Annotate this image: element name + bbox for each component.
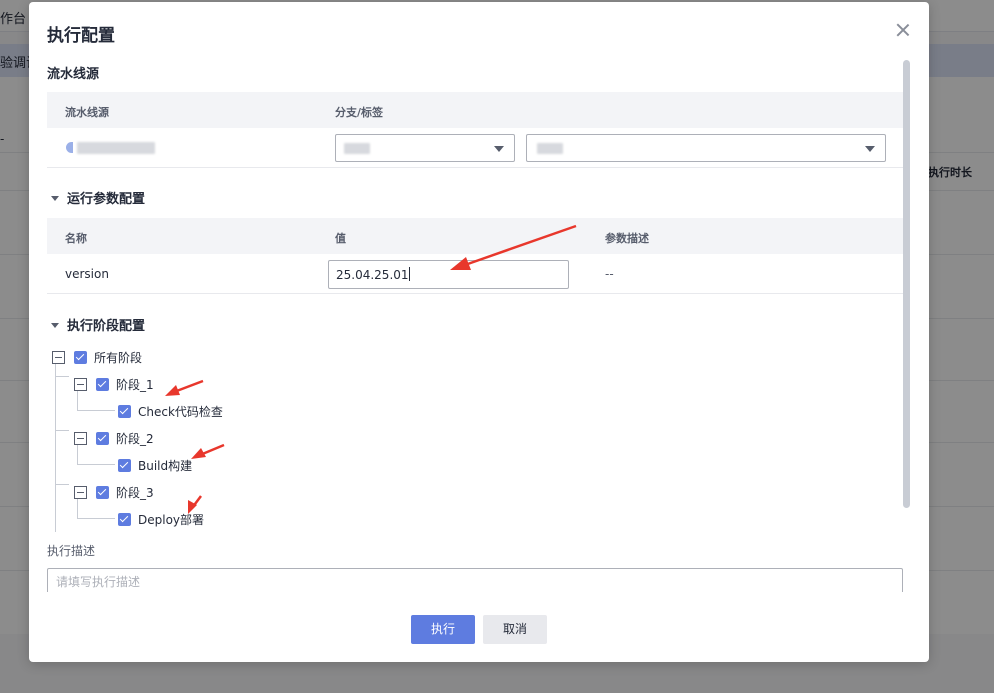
caret-down-icon [51,323,59,328]
run-button[interactable]: 执行 [411,615,475,644]
param-value-text: 25.04.25.01 [336,268,409,282]
description-textarea[interactable]: 请填写执行描述 [47,568,903,592]
tree-guide-line [77,444,78,464]
collapse-icon[interactable] [52,350,65,364]
checkbox-all-stages[interactable] [74,350,87,364]
close-icon[interactable] [895,22,911,38]
dialog-title: 执行配置 [47,26,115,46]
run-params-title: 运行参数配置 [67,192,146,207]
description-label: 执行描述 [47,544,96,558]
tree-guide-line [77,498,78,518]
checkbox-job[interactable] [118,458,131,472]
collapse-icon[interactable] [74,485,87,499]
pipeline-source-title: 流水线源 [47,67,100,82]
tree-node-job: Deploy部署 [118,511,204,527]
stages-title: 执行阶段配置 [67,319,146,334]
stage-label: 阶段_2 [116,431,154,446]
branch-type-redacted [344,143,370,154]
run-params-table-header: 名称 值 参数描述 [47,218,903,254]
column-header-branch: 分支/标签 [335,106,384,119]
chevron-down-icon [494,146,504,152]
checkbox-stage[interactable] [96,485,109,499]
pipeline-source-table-header: 流水线源 分支/标签 [47,92,903,128]
tree-node-stage: 阶段_3 [74,484,154,500]
repo-icon [66,142,73,153]
param-desc: -- [605,267,614,281]
tree-guide-line [77,390,78,410]
job-label: Deploy部署 [138,512,205,527]
stage-label: 阶段_3 [116,485,154,500]
branch-name-redacted [537,143,563,154]
text-cursor [408,267,410,281]
column-header-param-desc: 参数描述 [605,232,649,245]
column-header-source: 流水线源 [65,106,109,119]
tree-guide-line [77,410,115,411]
repo-name-redacted [77,142,155,154]
tree-guide-line [77,464,115,465]
job-label: Build构建 [138,458,193,473]
dialog-scrollbar[interactable] [903,60,910,508]
checkbox-job[interactable] [118,404,131,418]
checkbox-stage[interactable] [96,377,109,391]
caret-down-icon [51,196,59,201]
tree-label-all-stages: 所有阶段 [94,350,143,365]
pipeline-source-row [47,128,903,168]
branch-select[interactable] [526,134,886,162]
column-header-name: 名称 [65,232,87,245]
stages-section-toggle[interactable]: 执行阶段配置 [51,315,145,334]
job-label: Check代码检查 [138,404,223,419]
stage-label: 阶段_1 [116,377,154,392]
tree-node-all-stages: 所有阶段 [52,349,142,365]
tree-guide-line [55,376,69,377]
param-name: version [65,267,109,281]
collapse-icon[interactable] [74,377,87,391]
column-header-value: 值 [335,232,346,245]
param-row: version 25.04.25.01 -- [47,254,903,294]
chevron-down-icon [865,146,875,152]
tree-guide-line [55,430,69,431]
dialog-body: 流水线源 流水线源 分支/标签 运行参数配置 名称 值 参数描述 version… [47,58,903,592]
run-params-section-toggle[interactable]: 运行参数配置 [51,188,145,207]
tree-node-job: Build构建 [118,457,192,473]
checkbox-job[interactable] [118,512,131,526]
tree-node-stage: 阶段_2 [74,430,154,446]
param-value-input[interactable]: 25.04.25.01 [328,260,569,289]
description-placeholder: 请填写执行描述 [56,575,141,589]
tree-guide-line [77,518,115,519]
checkbox-stage[interactable] [96,431,109,445]
tree-node-job: Check代码检查 [118,403,223,419]
cancel-button[interactable]: 取消 [483,615,547,644]
tree-guide-line [55,484,69,485]
tree-guide-line [55,364,56,532]
tree-node-stage: 阶段_1 [74,376,154,392]
collapse-icon[interactable] [74,431,87,445]
execution-config-dialog: 执行配置 流水线源 流水线源 分支/标签 运行参数配置 名称 值 参数描述 ve… [29,2,929,662]
branch-type-select[interactable] [335,134,515,162]
